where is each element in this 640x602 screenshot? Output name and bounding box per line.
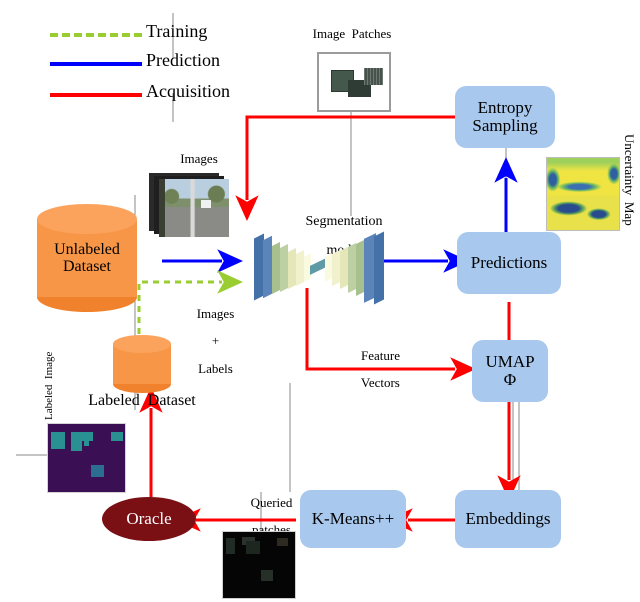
unlabeled-dataset-line1: Unlabeled — [54, 241, 120, 258]
segmentation-model — [252, 224, 384, 306]
kmeans-box[interactable]: K-Means++ — [300, 490, 406, 548]
model-layer — [288, 248, 296, 289]
patch-region — [277, 538, 288, 546]
es-line1: Entropy — [477, 98, 533, 118]
entropy-sampling-label: Entropy Sampling — [472, 99, 537, 134]
images-stack — [149, 173, 231, 239]
legend-swatch-acquisition — [50, 93, 142, 97]
model-layer — [340, 247, 348, 289]
model-layer — [332, 250, 340, 286]
umap-line1: UMAP — [485, 352, 535, 372]
image-patches-caption: Image Patches — [312, 26, 392, 41]
oracle-node[interactable]: Oracle — [102, 497, 196, 541]
entropy-sampling-box[interactable]: Entropy Sampling — [455, 86, 555, 148]
fv-line2: Vectors — [360, 375, 400, 391]
queried-patches-image — [222, 531, 296, 599]
umap-phi: Φ — [503, 370, 517, 389]
legend-label-acquisition: Acquisition — [146, 81, 230, 101]
unlabeled-dataset-line2: Dataset — [63, 257, 111, 275]
labeled-dataset — [113, 335, 171, 397]
labeled-image — [47, 423, 126, 493]
patch-region — [261, 570, 273, 581]
unlabeled-dataset: Unlabeled Dataset — [37, 204, 137, 318]
legend-label-training: Training — [146, 21, 208, 41]
label-region — [91, 465, 104, 477]
model-layer — [374, 231, 384, 305]
label-region — [51, 432, 65, 449]
uncertainty-map-caption: Uncertainty Map — [622, 134, 637, 226]
label-region — [71, 432, 93, 441]
feature-vectors-label: Feature Vectors — [336, 335, 412, 404]
legend-swatch-prediction — [50, 62, 142, 66]
patch-region — [226, 538, 235, 554]
model-bottleneck — [310, 258, 326, 275]
predictions-box[interactable]: Predictions — [457, 232, 561, 294]
model-layer — [263, 235, 272, 299]
images-caption: Images — [180, 151, 218, 166]
images-plus-labels-label: Images + Labels — [175, 293, 243, 389]
legend-swatch-training — [50, 33, 142, 37]
label-region — [71, 441, 82, 451]
legend-label-prediction: Prediction — [146, 50, 220, 70]
unlabeled-dataset-label: Unlabeled Dataset — [37, 241, 137, 276]
labeled-dataset-label: Labeled Dataset — [88, 392, 196, 409]
ipl-line3: Labels — [198, 360, 233, 376]
embeddings-box[interactable]: Embeddings — [455, 490, 561, 548]
patch-region — [246, 541, 260, 554]
uncertainty-map — [546, 157, 620, 231]
cylinder-top — [37, 204, 137, 234]
model-layer — [348, 243, 356, 293]
umap-label: UMAP Φ — [485, 353, 534, 388]
patch-thumb — [364, 68, 383, 85]
label-region — [84, 441, 89, 446]
model-layer — [280, 244, 288, 292]
qp-line1: Queried — [250, 494, 293, 510]
model-layer — [272, 242, 280, 294]
label-region — [111, 432, 123, 441]
model-layer — [356, 240, 364, 296]
ipl-line2: + — [211, 333, 220, 349]
labeled-image-caption: Labeled Image — [43, 351, 55, 420]
model-layer — [325, 253, 332, 282]
es-line2: Sampling — [472, 116, 538, 135]
ipl-line1: Images — [196, 305, 235, 321]
diagram-canvas: Training Prediction Acquisition Image Pa… — [0, 0, 640, 602]
image-patches-frame — [317, 52, 391, 112]
cylinder-top — [113, 335, 171, 353]
model-layer — [296, 250, 304, 286]
umap-box[interactable]: UMAP Φ — [472, 340, 548, 402]
fv-line1: Feature — [361, 347, 400, 363]
